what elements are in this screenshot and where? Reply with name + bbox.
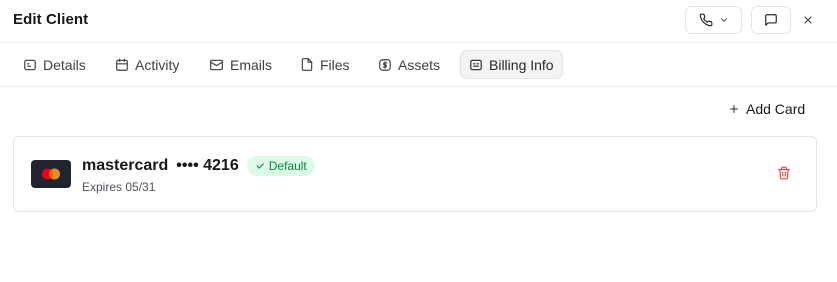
mastercard-icon (42, 168, 60, 180)
mastercard-logo (31, 160, 71, 188)
tab-label: Files (320, 56, 350, 73)
card-brand: mastercard (82, 157, 169, 174)
message-button[interactable] (751, 6, 791, 34)
tab-activity[interactable]: Activity (107, 50, 187, 79)
tab-emails[interactable]: Emails (201, 50, 280, 79)
default-badge: Default (246, 156, 315, 176)
tab-billing-info[interactable]: Billing Info (460, 50, 563, 79)
call-button[interactable] (685, 6, 742, 34)
card-title: mastercard •••• 4216 Default (82, 156, 315, 176)
card-expiry: Expires 05/31 (82, 180, 156, 194)
dialog-header: Edit Client (0, 0, 837, 43)
add-card-label: Add Card (746, 101, 806, 117)
tab-label: Details (43, 56, 86, 73)
add-card-button[interactable]: Add Card (728, 99, 805, 119)
billing-card-icon (470, 59, 482, 70)
payment-card-item: mastercard •••• 4216 Default Expires 05/… (13, 136, 817, 212)
tab-label: Assets (398, 56, 441, 73)
card-number: •••• 4216 (176, 157, 239, 174)
trash-icon (778, 166, 790, 180)
tab-bar: Details Activity Emails Files Assets Bil… (0, 43, 837, 87)
tab-files[interactable]: Files (292, 50, 358, 79)
tab-assets[interactable]: Assets (370, 50, 448, 79)
close-icon (804, 16, 812, 24)
calendar-icon (116, 58, 128, 71)
tab-label: Billing Info (489, 56, 554, 73)
delete-card-button[interactable] (777, 165, 793, 183)
check-icon (256, 163, 264, 169)
dollar-badge-icon (379, 58, 391, 71)
message-square-icon (765, 14, 777, 26)
mail-icon (210, 59, 223, 70)
plus-icon (730, 105, 738, 113)
tab-label: Emails (230, 56, 273, 73)
default-badge-label: Default (268, 159, 307, 173)
id-card-icon (24, 59, 36, 70)
chevron-down-icon (720, 18, 727, 22)
dialog-title: Edit Client (13, 11, 89, 28)
tab-label: Activity (135, 56, 180, 73)
file-icon (301, 58, 313, 71)
tab-details[interactable]: Details (15, 50, 94, 79)
phone-icon (699, 13, 712, 27)
close-button[interactable] (799, 10, 817, 30)
